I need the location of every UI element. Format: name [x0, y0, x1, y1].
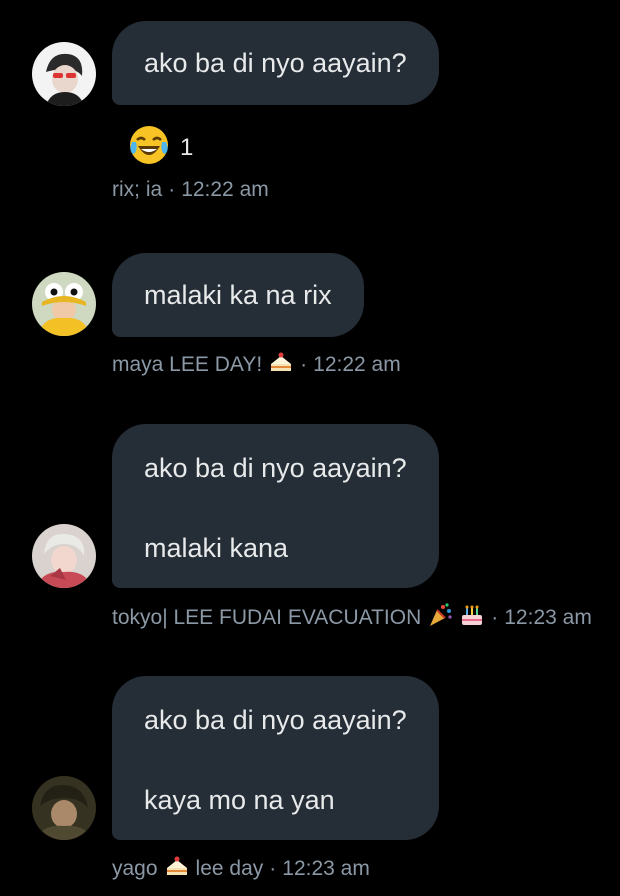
sender-name: yago — [112, 857, 158, 880]
avatar-image — [32, 524, 96, 588]
cake-icon — [164, 854, 190, 884]
message-text-line: malaki kana — [144, 533, 289, 563]
message-bubble[interactable]: malaki ka na rix — [112, 253, 364, 337]
sender-name-suffix: lee day — [195, 857, 264, 880]
avatar-yago[interactable] — [32, 776, 96, 840]
message-meta: yago lee day · 12:23 am — [112, 854, 370, 884]
dm-thread: ako ba di nyo aayain? 1 rix; ia · 12:22 … — [0, 0, 620, 896]
separator: · — [491, 606, 499, 629]
timestamp: 12:22 am — [181, 178, 269, 201]
reaction[interactable]: 1 — [128, 124, 193, 171]
birthday-cake-icon — [459, 602, 485, 634]
separator: · — [300, 353, 308, 376]
message-text-line: kaya mo na yan — [144, 785, 335, 815]
message-meta: tokyo| LEE FUDAI EVACUATION · 12:23 am — [112, 602, 592, 634]
message-meta: rix; ia · 12:22 am — [112, 178, 269, 202]
avatar-image — [32, 776, 96, 840]
timestamp: 12:22 am — [313, 353, 401, 376]
separator: · — [168, 178, 176, 201]
message-meta: maya LEE DAY! · 12:22 am — [112, 350, 401, 380]
message-text-line: ako ba di nyo aayain? — [144, 453, 407, 483]
message-text: ako ba di nyo aayain? — [144, 48, 407, 78]
laughing-tears-icon — [128, 124, 170, 171]
separator: · — [269, 857, 277, 880]
message-bubble[interactable]: ako ba di nyo aayain? malaki kana — [112, 424, 439, 588]
message-bubble[interactable]: ako ba di nyo aayain? — [112, 21, 439, 105]
sender-name: maya LEE DAY! — [112, 353, 263, 376]
message-text-line: ako ba di nyo aayain? — [144, 705, 407, 735]
avatar-rix[interactable] — [32, 42, 96, 106]
party-popper-icon — [427, 602, 453, 634]
timestamp: 12:23 am — [504, 606, 592, 629]
avatar-image — [32, 272, 96, 336]
reaction-count: 1 — [180, 133, 194, 161]
sender-name: tokyo| LEE FUDAI EVACUATION — [112, 606, 422, 629]
sender-name: rix; ia — [112, 178, 163, 201]
message-text: malaki ka na rix — [144, 280, 332, 310]
message-bubble[interactable]: ako ba di nyo aayain? kaya mo na yan — [112, 676, 439, 840]
avatar-tokyo[interactable] — [32, 524, 96, 588]
avatar-maya[interactable] — [32, 272, 96, 336]
timestamp: 12:23 am — [282, 857, 370, 880]
avatar-image — [32, 42, 96, 106]
cake-icon — [268, 350, 294, 380]
